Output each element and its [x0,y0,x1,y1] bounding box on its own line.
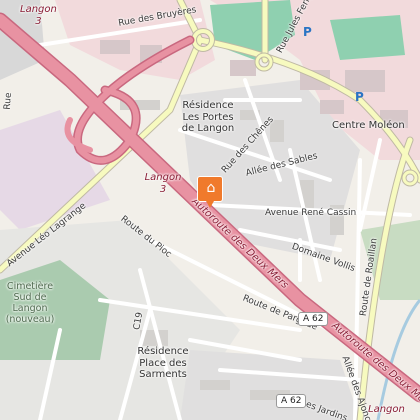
residence-portes-line1: Résidence [182,100,234,111]
place-label-residence-portes: Résidence Les Portes de Langon [182,100,235,135]
cemetery-line4: (nouveau) [5,313,55,325]
motorway-shield-a62-upper: A 62 [298,312,329,326]
sports-field-2 [330,15,405,60]
parking-icon: P [303,25,312,39]
place-label-langon-top-name: Langon [20,4,57,15]
residence-sarments-line2: Place des [139,357,187,369]
map-view[interactable]: Langon 3 Résidence Les Portes de Langon … [0,0,420,420]
location-marker[interactable]: ⌂ [197,176,223,210]
cemetery-label: Cimetière Sud de Langon (nouveau) [5,281,55,326]
residence-sarments-line1: Résidence [137,346,189,357]
road-label-avenue-rene-cassin: Avenue René Cassin [265,208,357,218]
place-label-langon-top: Langon 3 [20,4,57,27]
place-label-residence-sarments: Résidence Place des Sarments [137,346,188,381]
residence-portes-line2: Les Portes [182,111,234,123]
parking-icon: P [355,90,364,104]
residence-sarments-line3: Sarments [139,369,187,380]
road-label-rue-left: Rue [2,92,14,111]
marker-tail [206,201,214,208]
place-label-langon-mid-name: Langon [144,172,182,183]
motorway-shield-a62-lower: A 62 [276,394,307,408]
place-label-langon-mid-number: 3 [159,183,167,195]
place-label-langon-bottom: Langon [368,404,405,415]
residence-portes-line3: de Langon [181,123,235,134]
place-label-langon-mid: Langon 3 [145,172,182,195]
place-label-centre-moleon: Centre Moléon [332,120,405,131]
place-label-langon-top-number: 3 [35,15,42,27]
